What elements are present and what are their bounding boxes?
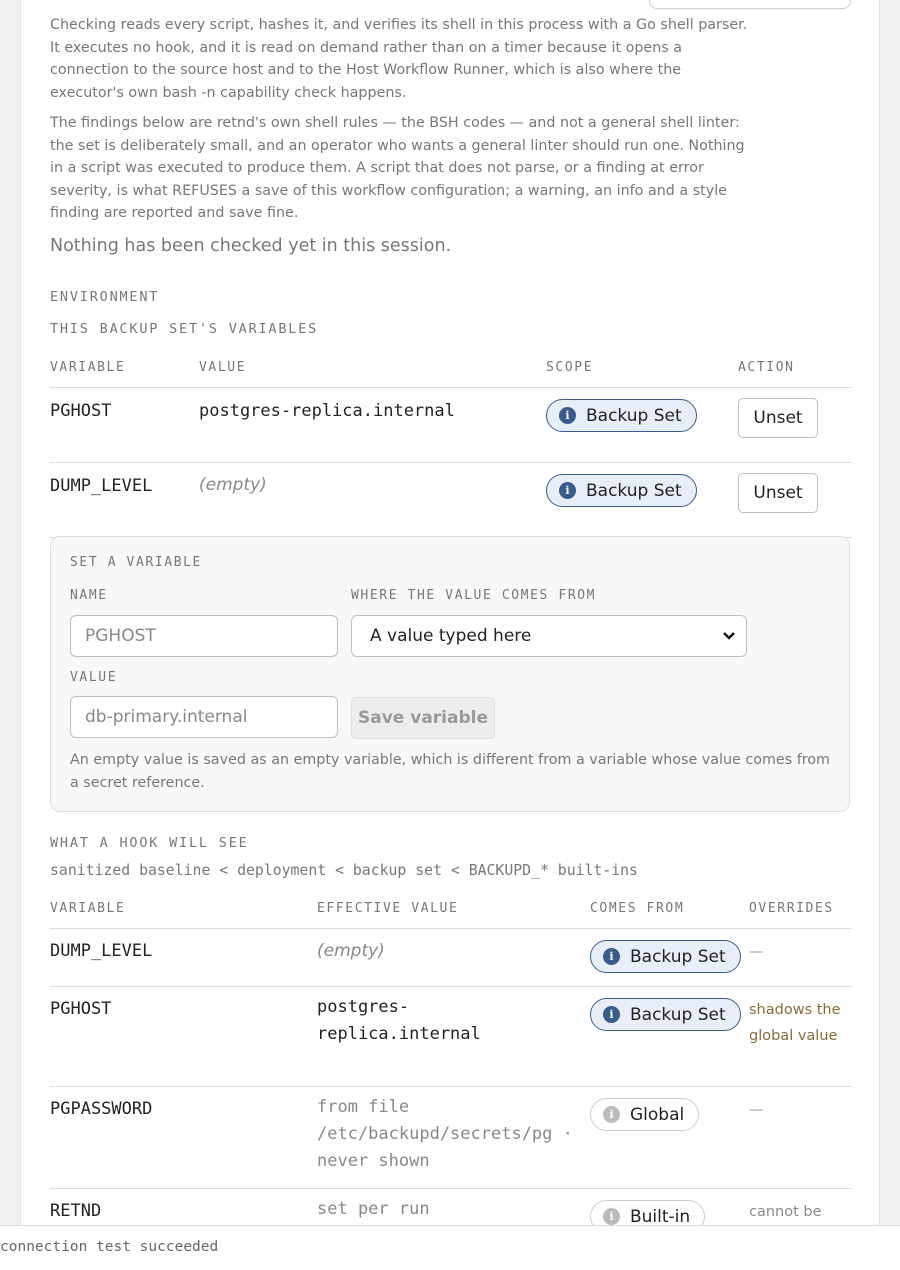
variable-value: (empty)	[199, 462, 546, 538]
info-icon: i	[603, 1208, 620, 1225]
name-input[interactable]	[70, 615, 338, 657]
source-label: WHERE THE VALUE COMES FROM	[351, 588, 597, 603]
scope-badge: i Backup Set	[546, 474, 697, 507]
check-status: Nothing has been checked yet in this ses…	[50, 236, 452, 256]
col-comes-from: COMES FROM	[590, 901, 749, 929]
overrides-note: cannot be	[749, 1188, 852, 1230]
value-source-selected: A value typed here	[370, 626, 532, 646]
variable-name: PGPASSWORD	[50, 1086, 317, 1189]
overrides-note: —	[749, 928, 852, 987]
name-label: NAME	[70, 588, 108, 603]
variable-name: DUMP_LEVEL	[50, 462, 199, 538]
save-variable-button[interactable]: Save variable	[351, 697, 495, 739]
backup-set-variables-table: VARIABLE VALUE SCOPE ACTION PGHOST postg…	[50, 360, 852, 538]
scope-badge: i Backup Set	[546, 399, 697, 432]
col-variable: VARIABLE	[50, 360, 199, 388]
value-label: VALUE	[70, 670, 118, 685]
table-row: PGHOST postgres-replica.internal i Backup…	[50, 986, 852, 1087]
source-badge: i Global	[590, 1098, 700, 1131]
empty-value-hint: An empty value is saved as an empty vari…	[70, 752, 830, 791]
info-icon: i	[603, 1106, 620, 1123]
info-icon: i	[603, 1006, 620, 1023]
effective-value: postgres-replica.internal	[317, 986, 590, 1087]
info-icon: i	[559, 407, 576, 424]
hook-view-heading: WHAT A HOOK WILL SEE	[50, 835, 249, 851]
effective-value: from file /etc/backupd/secrets/pg · neve…	[317, 1086, 590, 1189]
effective-value: set per run	[317, 1188, 590, 1230]
table-row: PGPASSWORD from file /etc/backupd/secret…	[50, 1086, 852, 1189]
col-overrides: OVERRIDES	[749, 901, 852, 929]
status-message: connection test succeeded	[0, 1239, 219, 1255]
settings-panel: Checking reads every script, hashes it, …	[20, 0, 880, 1230]
col-value: VALUE	[199, 360, 546, 388]
environment-heading: ENVIRONMENT	[50, 289, 160, 305]
unset-button[interactable]: Unset	[738, 398, 818, 438]
table-row: RETND set per run i Built-in cannot be	[50, 1188, 852, 1230]
table-row: DUMP_LEVEL (empty) i Backup Set —	[50, 928, 852, 987]
variable-name: RETND	[50, 1188, 317, 1230]
value-source-select[interactable]: A value typed here	[351, 615, 747, 657]
backup-set-variables-heading: THIS BACKUP SET'S VARIABLES	[50, 321, 319, 337]
top-button-stub[interactable]	[649, 0, 851, 9]
effective-variables-table: VARIABLE EFFECTIVE VALUE COMES FROM OVER…	[50, 901, 852, 1230]
variable-value: postgres-replica.internal	[199, 387, 546, 463]
set-variable-title: SET A VARIABLE	[70, 555, 202, 570]
col-scope: SCOPE	[546, 360, 738, 388]
overrides-note: —	[749, 1086, 852, 1189]
col-effective-value: EFFECTIVE VALUE	[317, 901, 590, 929]
variable-name: PGHOST	[50, 986, 317, 1087]
checking-intro: Checking reads every script, hashes it, …	[50, 17, 748, 101]
variable-name: DUMP_LEVEL	[50, 928, 317, 987]
value-input[interactable]	[70, 696, 338, 738]
table-row: DUMP_LEVEL (empty) i Backup Set Unset	[50, 462, 852, 538]
info-icon: i	[559, 482, 576, 499]
source-badge: i Backup Set	[590, 940, 741, 973]
overrides-note: shadows the global value	[749, 986, 852, 1087]
col-action: ACTION	[738, 360, 852, 388]
set-variable-card: SET A VARIABLE NAME WHERE THE VALUE COME…	[50, 536, 850, 812]
effective-value: (empty)	[317, 928, 590, 987]
status-bar: connection test succeeded	[0, 1225, 900, 1270]
table-row: PGHOST postgres-replica.internal i Backup…	[50, 387, 852, 463]
col-variable: VARIABLE	[50, 901, 317, 929]
info-icon: i	[603, 948, 620, 965]
variable-name: PGHOST	[50, 387, 199, 463]
unset-button[interactable]: Unset	[738, 473, 818, 513]
findings-note: The findings below are retnd's own shell…	[50, 115, 745, 221]
precedence-chain: sanitized baseline < deployment < backup…	[50, 862, 638, 879]
source-badge: i Backup Set	[590, 998, 741, 1031]
chevron-down-icon	[723, 632, 735, 640]
